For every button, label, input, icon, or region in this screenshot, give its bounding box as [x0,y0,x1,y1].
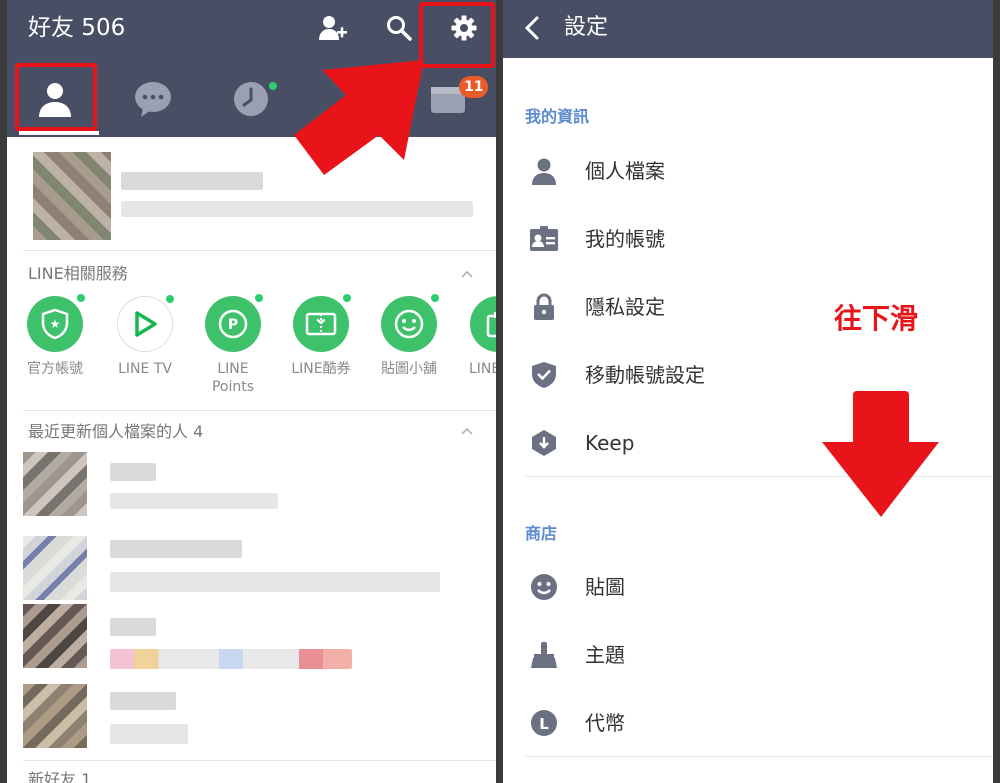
recent-updates-section-title: 最近更新個人檔案的人 4 [28,422,204,441]
line-points-icon: P [205,294,263,352]
friend-status-blurred [110,572,440,592]
friends-title: 好友 506 [28,15,126,41]
settings-item-themes[interactable]: 主題 [503,625,993,685]
settings-item-label: 主題 [585,643,625,667]
settings-title: 設定 [564,15,609,40]
divider [23,250,496,251]
collapse-caret-icon[interactable] [461,268,473,280]
pointer-arrow-icon [294,60,424,175]
settings-item-profile[interactable]: 個人檔案 [503,141,993,201]
scroll-down-arrow-icon [822,391,939,517]
svg-text:★: ★ [50,317,61,331]
divider [525,756,993,757]
shop-section-title: 商店 [525,524,558,543]
divider [23,410,496,411]
friend-avatar[interactable] [23,536,87,600]
service-label: 官方帳號 [27,361,83,377]
settings-item-privacy[interactable]: 隱私設定 [503,277,993,337]
settings-item-label: Keep [585,431,635,455]
sticker-shop-icon [381,294,439,352]
friend-name-blurred [110,540,242,558]
coupon-icon [293,294,351,352]
friend-status-blurred [110,649,352,669]
settings-item-coins[interactable]: L 代幣 [503,693,993,753]
settings-item-label: 貼圖 [585,575,625,599]
settings-item-label: 個人檔案 [585,159,665,183]
settings-item-label: 代幣 [585,711,625,735]
line-tv-play-icon [117,295,174,352]
lock-icon [529,292,559,322]
official-account-icon: ★ [27,294,85,352]
settings-item-label: 我的帳號 [585,227,665,251]
new-dot [431,294,439,302]
new-dot [343,294,351,302]
add-friend-icon[interactable] [315,10,351,46]
wallet-badge: 11 [459,76,489,98]
friends-screen: 好友 506 11 LINE相關服務 ★ 官方帳號 LINE TV P LINE… [7,0,496,783]
service-line-tv[interactable]: LINE TV [110,295,180,378]
friend-name-blurred [110,618,156,636]
chats-tab[interactable] [123,74,183,124]
divider [23,760,496,761]
brush-icon [529,640,559,670]
my-status-blurred [121,201,473,217]
timeline-new-dot [269,82,277,90]
service-label: LINE酷券 [291,361,351,377]
settings-item-label: 移動帳號設定 [585,363,705,387]
friend-name-blurred [110,463,156,481]
service-label: 貼圖小舖 [381,361,437,377]
settings-item-stickers[interactable]: 貼圖 [503,557,993,617]
friend-status-blurred [110,724,188,744]
search-icon[interactable] [381,10,417,46]
gift-icon [470,296,496,352]
settings-header: 設定 [503,0,993,58]
back-chevron-icon[interactable] [517,13,547,43]
svg-text:L: L [539,715,549,733]
settings-screen: 設定 我的資訊 個人檔案 我的帳號 隱私設定 移動帳號設定 Keep 商店 貼圖… [503,0,993,783]
service-label: LINE TV [118,361,172,377]
settings-item-my-account[interactable]: 我的帳號 [503,209,993,269]
shield-check-icon [529,360,559,390]
service-label: LINE Points [211,361,255,395]
new-dot [77,294,85,302]
scroll-down-hint: 往下滑 [834,302,919,335]
keep-icon [529,428,559,458]
service-sticker-shop[interactable]: 貼圖小舖 [374,294,444,378]
new-dot [166,295,174,303]
service-official-account[interactable]: ★ 官方帳號 [20,294,90,378]
service-line-points[interactable]: P LINE Points [198,294,268,396]
friend-avatar[interactable] [23,452,87,516]
svg-text:P: P [228,317,238,333]
my-name-blurred [121,172,263,190]
service-line-coupon[interactable]: LINE酷券 [286,294,356,378]
person-icon [529,156,559,186]
collapse-caret-icon[interactable] [461,425,473,437]
settings-item-label: 隱私設定 [585,295,665,319]
friend-name-blurred [110,692,176,710]
new-friends-section-title: 新好友 1 [28,770,92,783]
service-label: LINE [469,361,496,377]
my-info-section-title: 我的資訊 [525,107,590,126]
friends-tab-highlight [15,63,97,131]
smiley-icon [529,572,559,602]
new-dot [255,294,263,302]
services-section-title: LINE相關服務 [28,264,128,283]
active-tab-indicator [19,131,99,135]
friend-avatar[interactable] [23,604,87,668]
service-line-gift[interactable]: LINE [463,296,496,378]
id-card-icon [529,224,559,254]
my-profile-avatar[interactable] [33,152,111,240]
friend-status-blurred [110,493,278,509]
friend-avatar[interactable] [23,684,87,748]
coin-icon: L [529,708,559,738]
